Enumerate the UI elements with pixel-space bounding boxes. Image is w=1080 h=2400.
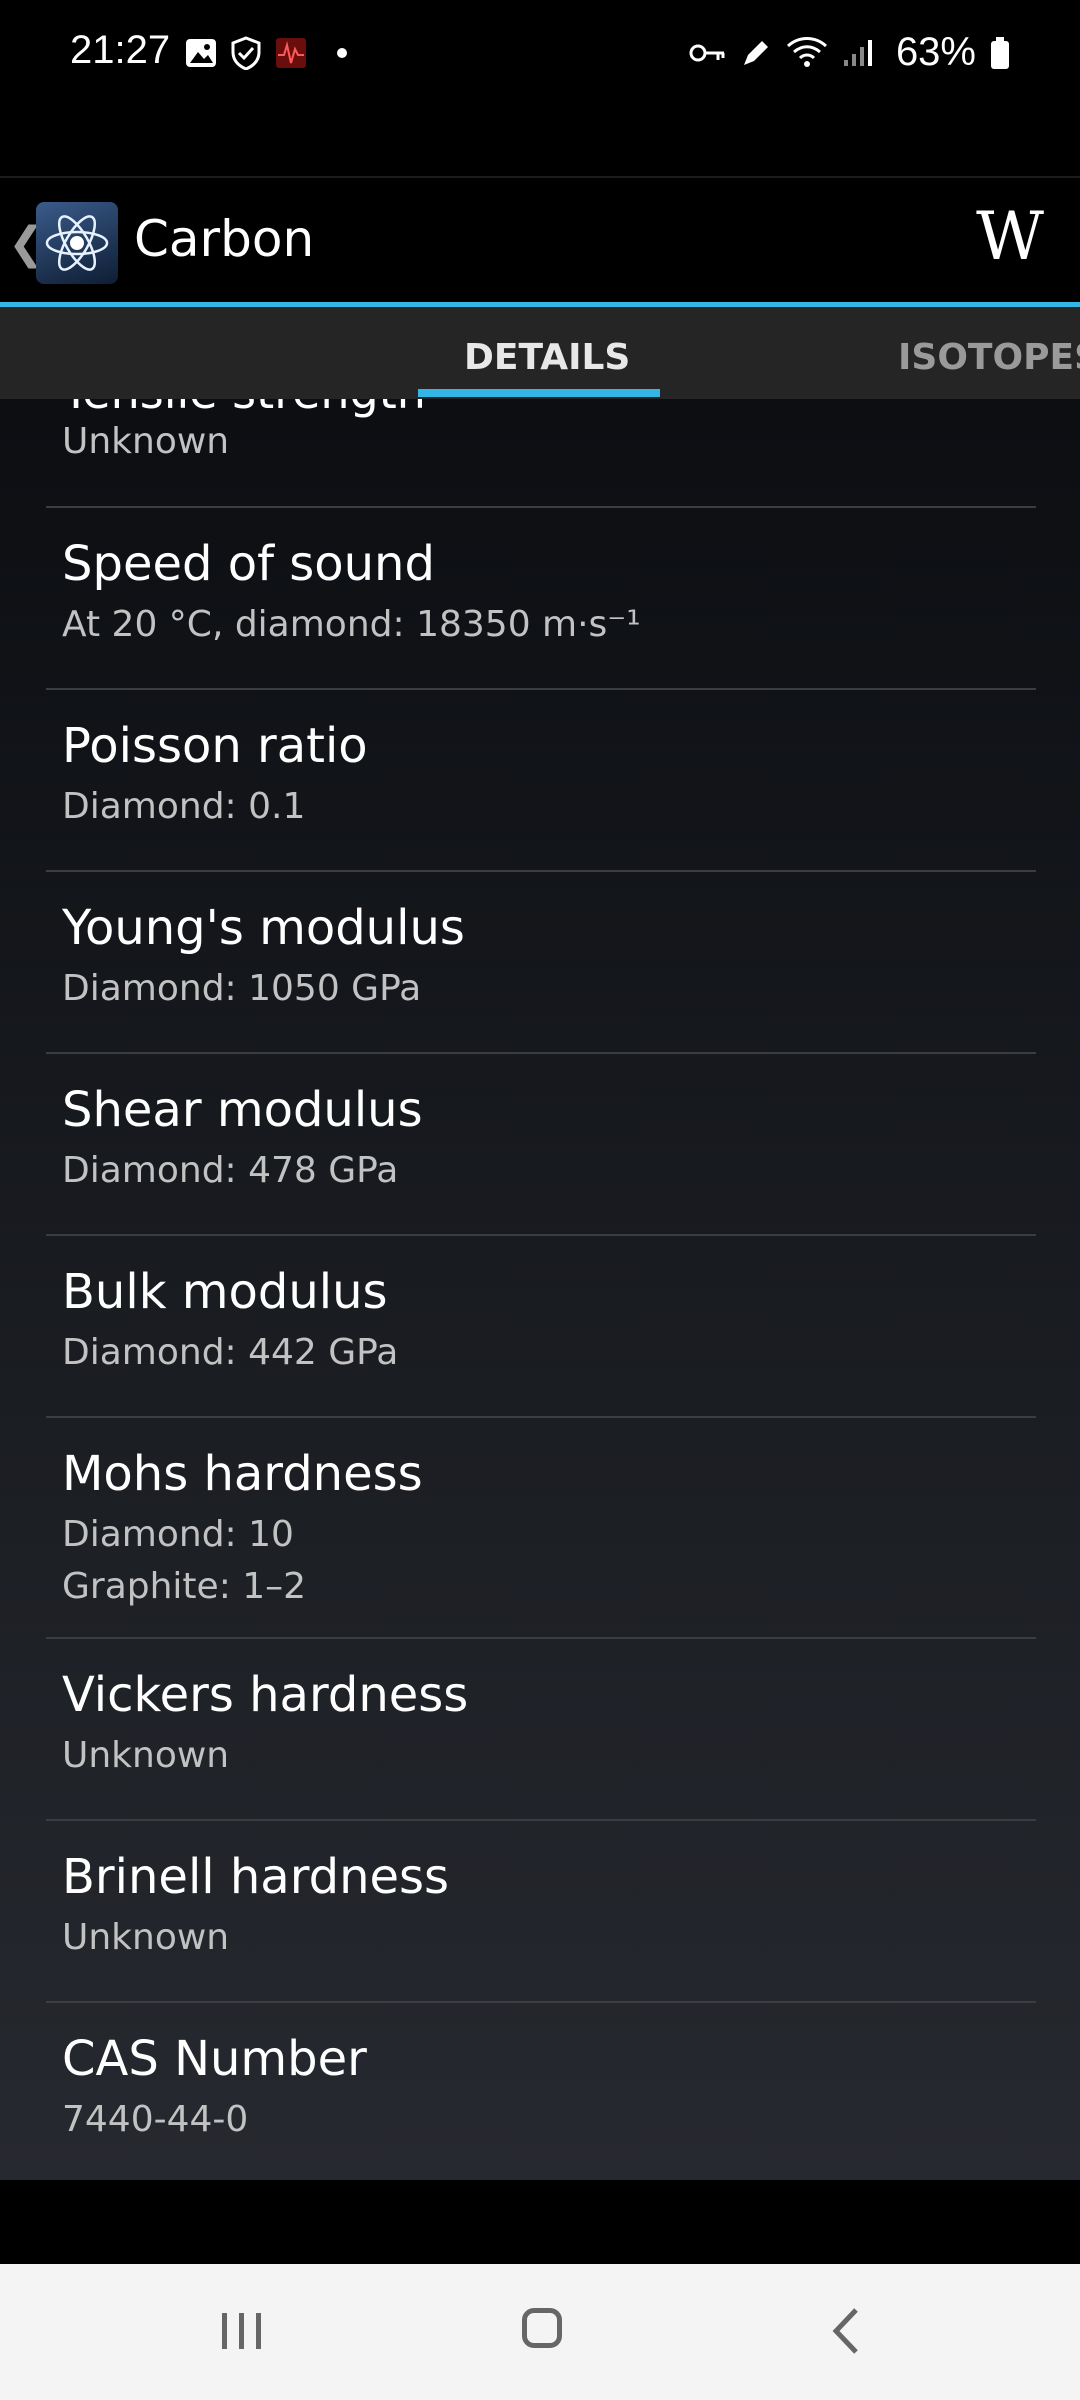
list-item-title: Poisson ratio — [62, 718, 368, 774]
list-item[interactable]: Vickers hardness Unknown — [46, 1637, 1036, 1819]
status-icons-left — [185, 36, 347, 70]
pulse-icon — [276, 38, 306, 68]
action-bar: ❮ Carbon W — [0, 176, 1080, 304]
list-item[interactable]: Mohs hardness Diamond: 10 Graphite: 1–2 — [46, 1416, 1036, 1638]
list-item-value: Diamond: 10 — [62, 1514, 294, 1555]
list-item-value: Diamond: 442 GPa — [62, 1332, 399, 1373]
list-item-title: Mohs hardness — [62, 1446, 423, 1502]
signal-icon — [843, 39, 872, 66]
list-item-title: CAS Number — [62, 2031, 367, 2087]
battery-icon — [991, 36, 1009, 69]
pen-icon — [743, 40, 768, 65]
list-item-value: Unknown — [62, 1735, 230, 1776]
tab-details[interactable]: DETAILS — [464, 337, 630, 378]
wifi-icon — [786, 36, 827, 67]
list-item[interactable]: Speed of sound At 20 °C, diamond: 18350 … — [46, 506, 1036, 688]
list-item-value: Unknown — [62, 421, 230, 462]
list-item[interactable]: Brinell hardness Unknown — [46, 1819, 1036, 2001]
list-item-value: 7440-44-0 — [62, 2099, 249, 2140]
list-item[interactable]: CAS Number 7440-44-0 — [46, 2001, 1036, 2180]
wikipedia-button[interactable]: W — [976, 198, 1044, 275]
home-icon[interactable] — [522, 2308, 562, 2348]
status-time: 21:27 — [70, 28, 171, 72]
wikipedia-icon: W — [976, 198, 1044, 275]
list-item-value: At 20 °C, diamond: 18350 m·s⁻¹ — [62, 604, 641, 645]
recent-apps-icon[interactable] — [220, 2309, 264, 2353]
list-item[interactable]: Poisson ratio Diamond: 0.1 — [46, 688, 1036, 870]
list-item-title: Brinell hardness — [62, 1849, 450, 1905]
system-nav-bar — [0, 2264, 1080, 2400]
page-title: Carbon — [134, 210, 315, 268]
list-item-value: Diamond: 0.1 — [62, 786, 306, 827]
back-icon[interactable] — [828, 2306, 862, 2356]
list-item-value: Unknown — [62, 1917, 230, 1958]
list-item-title: Bulk modulus — [62, 1264, 388, 1320]
list-item-title: Young's modulus — [62, 900, 465, 956]
list-item-title: Tensile strength — [62, 399, 426, 419]
list-item-title: Speed of sound — [62, 536, 435, 592]
content-bottom-spacer — [0, 2180, 1080, 2264]
atom-icon — [45, 215, 109, 271]
status-bar: 21:27 63% — [0, 0, 1080, 110]
list-item-value: Diamond: 478 GPa — [62, 1150, 399, 1191]
details-list[interactable]: Tensile strength Unknown Speed of sound … — [0, 399, 1080, 2180]
tab-indicator — [418, 389, 660, 397]
tab-isotopes[interactable]: ISOTOPES — [898, 337, 1080, 378]
vpn-key-icon — [689, 44, 725, 61]
shield-icon — [231, 36, 261, 70]
tab-strip: DETAILS ISOTOPES — [0, 307, 1080, 399]
list-item-value-secondary: Graphite: 1–2 — [62, 1566, 307, 1607]
notification-dot — [337, 48, 347, 58]
app-logo-atom-icon[interactable] — [36, 202, 118, 284]
list-item-title: Shear modulus — [62, 1082, 423, 1138]
status-icons-right: 63% — [688, 30, 1010, 75]
list-item[interactable]: Bulk modulus Diamond: 442 GPa — [46, 1234, 1036, 1416]
battery-percent: 63% — [895, 30, 976, 74]
list-item-title: Vickers hardness — [62, 1667, 469, 1723]
gallery-icon — [186, 39, 216, 67]
list-item[interactable]: Young's modulus Diamond: 1050 GPa — [46, 870, 1036, 1052]
list-item[interactable]: Shear modulus Diamond: 478 GPa — [46, 1052, 1036, 1234]
list-item-value: Diamond: 1050 GPa — [62, 968, 422, 1009]
